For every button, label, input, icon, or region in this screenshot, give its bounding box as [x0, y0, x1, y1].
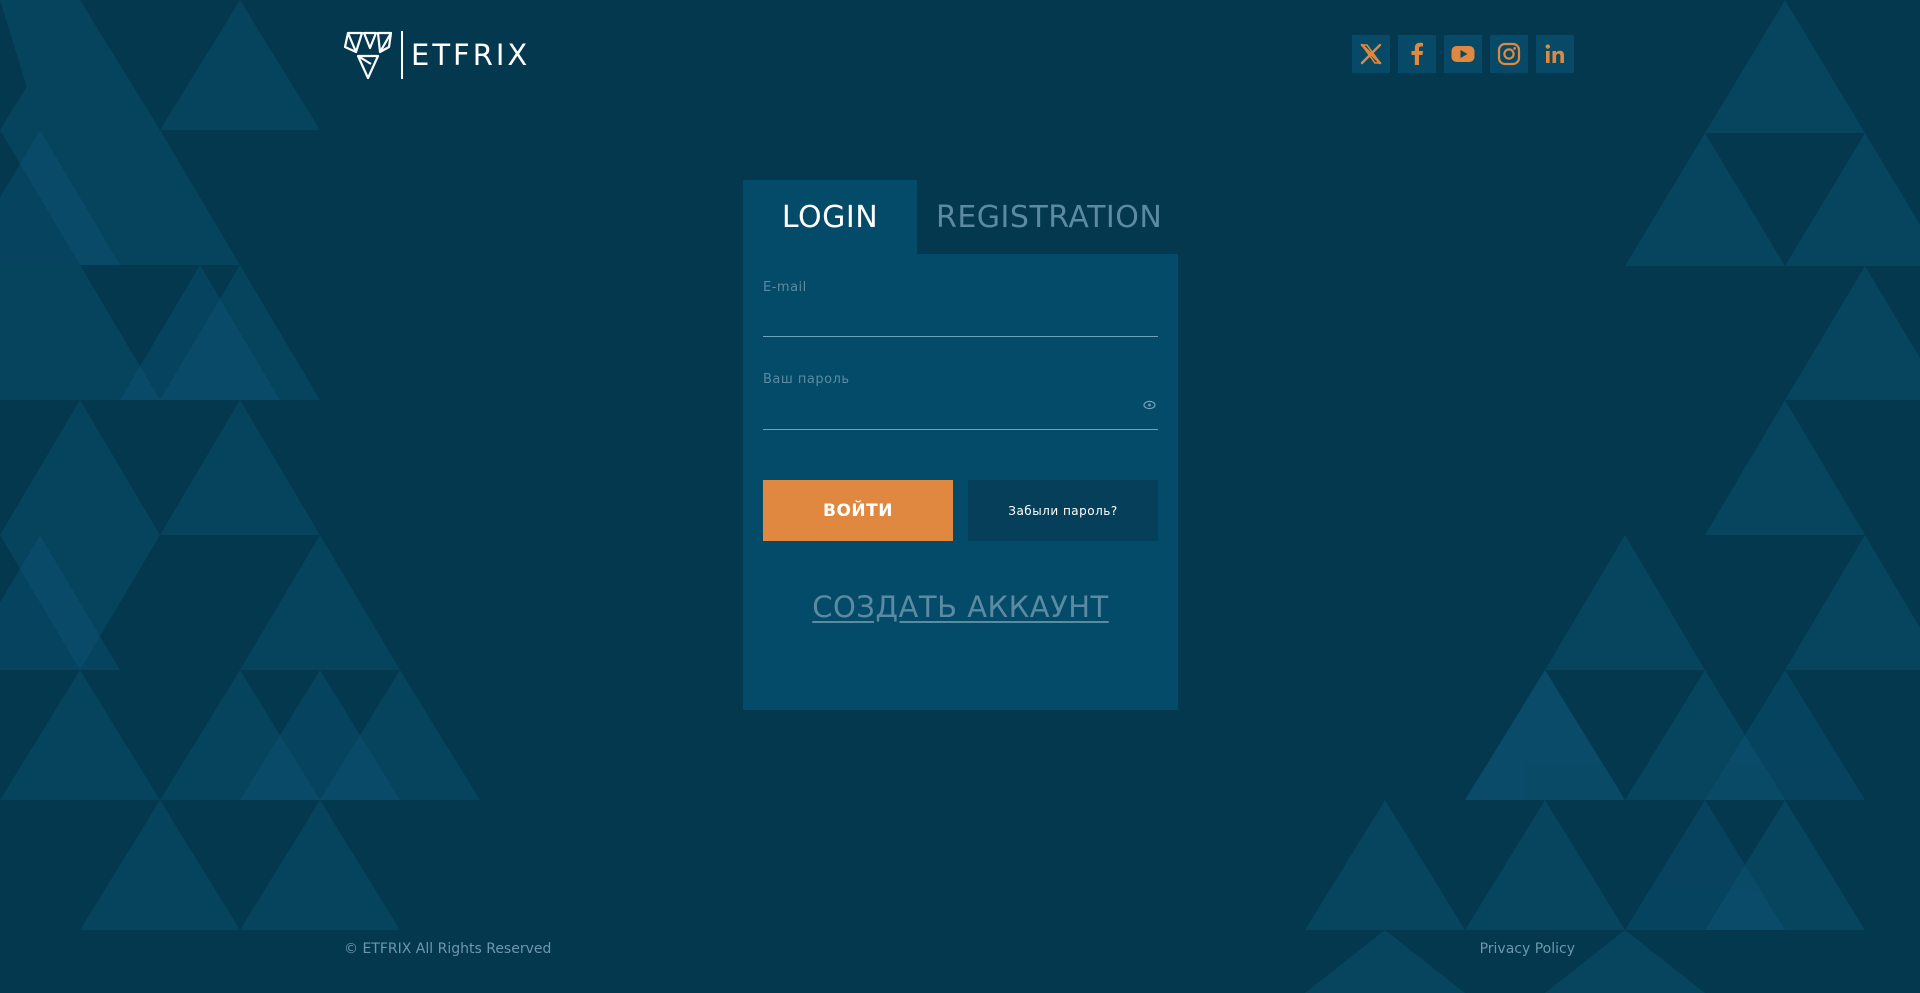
create-account-link[interactable]: СОЗДАТЬ АККАУНТ	[743, 590, 1178, 624]
password-field[interactable]	[763, 402, 1147, 430]
social-links	[1352, 35, 1574, 73]
forgot-password-button[interactable]: Забыли пароль?	[968, 480, 1158, 541]
email-label: E-mail	[763, 280, 807, 295]
brand-name: ETFRIX	[411, 38, 531, 72]
social-facebook-button[interactable]	[1398, 35, 1436, 73]
brand-logo[interactable]: ETFRIX	[344, 30, 530, 80]
social-linkedin-button[interactable]	[1536, 35, 1574, 73]
email-underline	[763, 336, 1158, 337]
etfrix-logo-icon	[344, 31, 392, 80]
privacy-policy-link[interactable]: Privacy Policy	[1480, 941, 1575, 957]
facebook-icon	[1411, 42, 1423, 65]
x-twitter-icon	[1360, 43, 1382, 65]
login-form: E-mail Ваш пароль ВОЙТИ Забыли пароль? С…	[743, 254, 1178, 710]
tab-registration[interactable]: REGISTRATION	[743, 180, 1265, 254]
show-password-icon[interactable]	[1143, 400, 1156, 410]
logo-separator	[401, 31, 403, 79]
login-button[interactable]: ВОЙТИ	[763, 480, 953, 541]
youtube-icon	[1451, 46, 1475, 62]
linkedin-icon	[1545, 44, 1564, 63]
email-field[interactable]	[763, 310, 1147, 338]
instagram-icon	[1497, 42, 1521, 66]
social-x-button[interactable]	[1352, 35, 1390, 73]
footer-copyright: © ETFRIX All Rights Reserved	[344, 941, 552, 957]
password-underline	[763, 429, 1158, 430]
password-label: Ваш пароль	[763, 372, 850, 387]
social-instagram-button[interactable]	[1490, 35, 1528, 73]
auth-tabs: REGISTRATION LOGIN	[743, 180, 1162, 254]
social-youtube-button[interactable]	[1444, 35, 1482, 73]
